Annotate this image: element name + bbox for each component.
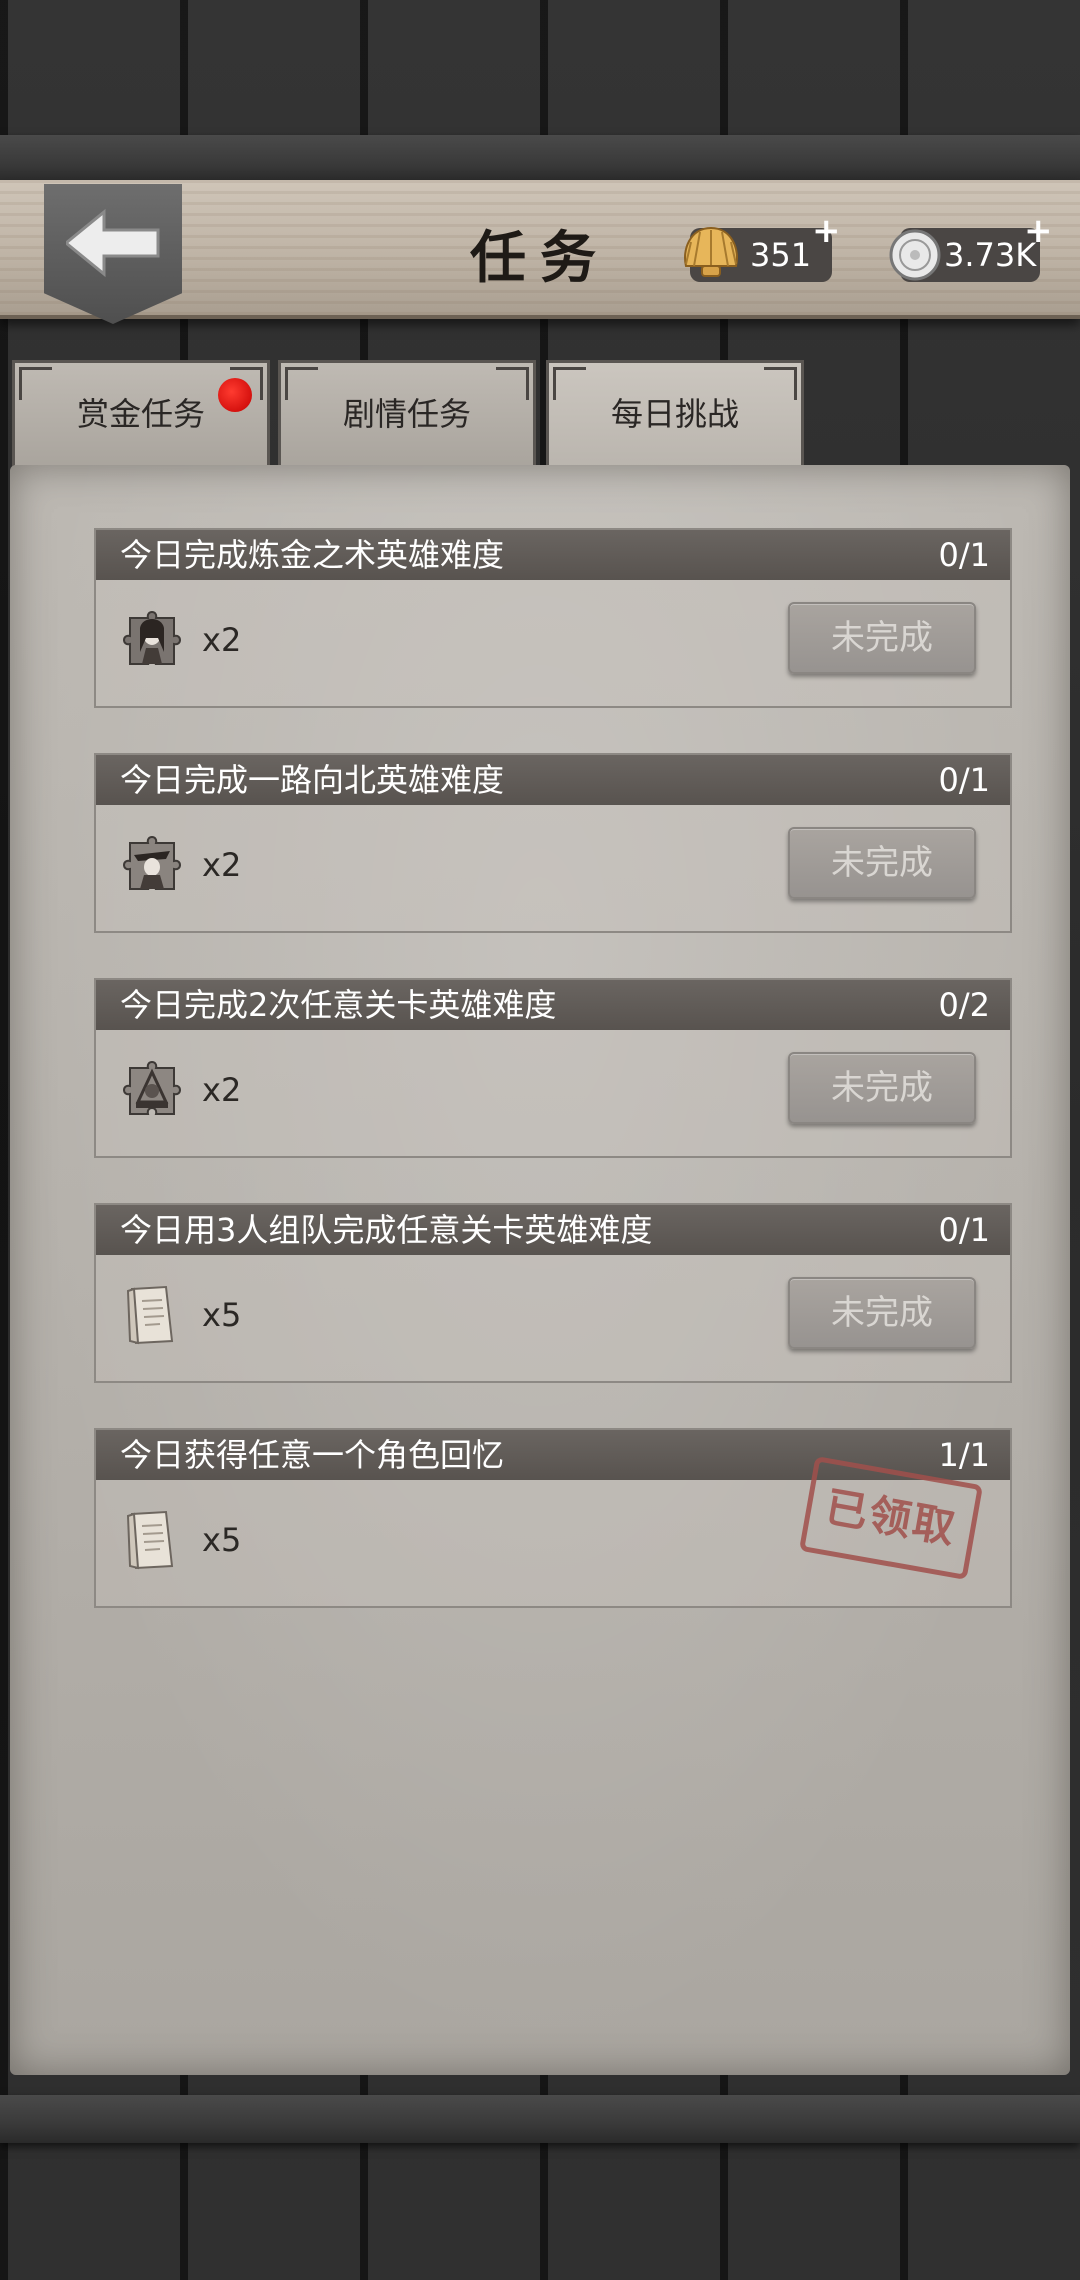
- task-progress: 0/1: [938, 536, 991, 574]
- coin-currency-display: 3.73K: [889, 228, 1040, 282]
- tab-corner-ornament: [496, 367, 529, 400]
- tab-story-label: 剧情任务: [342, 395, 471, 433]
- tab-daily-label: 每日挑战: [610, 395, 739, 433]
- shell-amount: 351: [750, 236, 812, 274]
- tab-corner-ornament: [553, 367, 586, 400]
- tab-corner-ornament: [764, 367, 797, 400]
- reward-count: x2: [202, 846, 242, 884]
- task-list-panel: 今日完成炼金之术英雄难度 0/1 x2 未完成 今日完成一路向北英雄难度 0/1…: [10, 465, 1070, 2075]
- task-card: 今日用3人组队完成任意关卡英雄难度 0/1 x5 未完成: [94, 1203, 1012, 1383]
- character-puzzle-icon: [123, 611, 181, 665]
- task-card: 今日完成一路向北英雄难度 0/1 x2 未完成: [94, 753, 1012, 933]
- tab-bounty-label: 赏金任务: [76, 395, 205, 433]
- character-puzzle-icon: [123, 836, 181, 890]
- scroll-paper-icon: [126, 1510, 174, 1570]
- task-header: 今日完成一路向北英雄难度 0/1: [96, 755, 1010, 805]
- emblem-puzzle-icon: [123, 1061, 181, 1115]
- scroll-paper-icon: [126, 1285, 174, 1345]
- task-progress: 0/1: [938, 1211, 991, 1249]
- reward-count: x2: [202, 1071, 242, 1109]
- silver-coin-icon: [889, 229, 941, 281]
- task-progress: 1/1: [938, 1436, 991, 1474]
- reward-count: x2: [202, 621, 242, 659]
- task-card: 今日获得任意一个角色回忆 1/1 x5 已领取: [94, 1428, 1012, 1608]
- tab-bounty[interactable]: 赏金任务: [12, 360, 270, 468]
- page-title: 任务: [470, 225, 610, 291]
- task-title: 今日完成一路向北英雄难度: [120, 761, 505, 799]
- incomplete-button[interactable]: 未完成: [788, 827, 976, 899]
- task-title: 今日获得任意一个角色回忆: [120, 1436, 505, 1474]
- task-title: 今日完成炼金之术英雄难度: [120, 536, 505, 574]
- tab-corner-ornament: [19, 367, 52, 400]
- task-card: 今日完成2次任意关卡英雄难度 0/2 x2 未完成: [94, 978, 1012, 1158]
- task-progress: 0/2: [938, 986, 991, 1024]
- task-title: 今日完成2次任意关卡英雄难度: [120, 986, 557, 1024]
- task-header: 今日完成2次任意关卡英雄难度 0/2: [96, 980, 1010, 1030]
- bottom-wood-ledge: [0, 2095, 1080, 2143]
- task-header: 今日完成炼金之术英雄难度 0/1: [96, 530, 1010, 580]
- tab-story[interactable]: 剧情任务: [278, 360, 536, 468]
- tab-daily-challenge[interactable]: 每日挑战: [546, 360, 804, 475]
- coin-amount: 3.73K: [944, 236, 1037, 274]
- task-header: 今日用3人组队完成任意关卡英雄难度 0/1: [96, 1205, 1010, 1255]
- reward-count: x5: [202, 1521, 242, 1559]
- reward-count: x5: [202, 1296, 242, 1334]
- add-coin-button[interactable]: +: [1024, 214, 1053, 248]
- incomplete-button[interactable]: 未完成: [788, 1277, 976, 1349]
- task-title: 今日用3人组队完成任意关卡英雄难度: [120, 1211, 653, 1249]
- incomplete-button[interactable]: 未完成: [788, 1052, 976, 1124]
- task-progress: 0/1: [938, 761, 991, 799]
- shell-currency-display: 351: [684, 226, 832, 282]
- shell-icon: [684, 226, 738, 277]
- arrow-left-icon: [66, 208, 160, 278]
- add-shell-button[interactable]: +: [812, 214, 841, 248]
- notification-dot: [218, 378, 252, 412]
- tab-corner-ornament: [285, 367, 318, 400]
- top-wood-ledge: [0, 135, 1080, 183]
- task-card: 今日完成炼金之术英雄难度 0/1 x2 未完成: [94, 528, 1012, 708]
- incomplete-button[interactable]: 未完成: [788, 602, 976, 674]
